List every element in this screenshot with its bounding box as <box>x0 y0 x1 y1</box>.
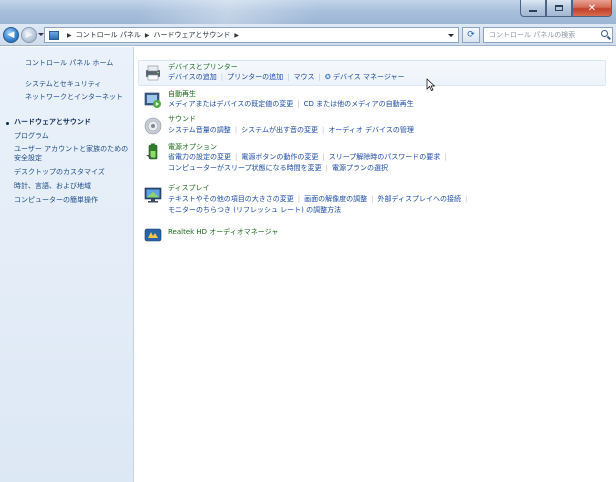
link-separator: | <box>322 153 325 161</box>
link-separator: | <box>465 195 468 203</box>
close-button[interactable]: ✕ <box>572 0 612 17</box>
address-bar[interactable]: ▶ コントロール パネル ▶ ハードウェアとサウンド ▶ <box>44 27 459 43</box>
category-links-autoplay: メディアまたはデバイスの既定値の変更 | CD または他のメディアの自動再生 <box>168 100 414 109</box>
link-device-manager[interactable]: デバイス マネージャー <box>333 73 405 81</box>
category-title-realtek-hd-audio-manager[interactable]: Realtek HD オーディオマネージャ <box>168 228 278 237</box>
category-title-power-options[interactable]: 電源オプション <box>168 143 217 152</box>
back-button[interactable]: ◀ <box>3 27 19 43</box>
back-arrow-icon: ◀ <box>7 30 15 40</box>
link-adjust-system-volume[interactable]: システム音量の調整 <box>168 126 231 134</box>
maximize-icon <box>555 5 563 11</box>
link-adjust-screen-resolution[interactable]: 画面の解像度の調整 <box>304 195 367 203</box>
link-change-default-settings[interactable]: メディアまたはデバイスの既定値の変更 <box>168 100 293 108</box>
link-separator: | <box>234 126 238 134</box>
nav-clock-language-and-region[interactable]: 時計、言語、および地域 <box>14 182 118 191</box>
left-navigation-pane <box>0 47 134 482</box>
breadcrumb-separator-icon[interactable]: ▶ <box>67 32 72 39</box>
nav-system-and-security[interactable]: システムとセキュリティ <box>25 80 129 89</box>
category-title-devices-and-printers[interactable]: デバイスとプリンター <box>168 63 238 72</box>
close-icon: ✕ <box>587 2 597 14</box>
link-mouse[interactable]: マウス <box>294 73 315 81</box>
link-change-sleep-time[interactable]: コンピューターがスリープ状態になる時間を変更 <box>168 164 322 172</box>
refresh-icon: ⟳ <box>467 30 475 40</box>
breadcrumb-separator-icon[interactable]: ▶ <box>234 32 239 39</box>
title-bar-sheen <box>140 0 360 24</box>
maximize-button[interactable] <box>546 0 572 17</box>
link-separator: | <box>321 126 325 134</box>
speaker-icon[interactable] <box>144 117 162 135</box>
main-content <box>135 47 616 482</box>
minimize-icon <box>529 9 537 12</box>
power-options-icon[interactable] <box>144 143 162 161</box>
forward-button[interactable]: ▶ <box>21 27 37 43</box>
nav-ease-of-access[interactable]: コンピューターの簡単操作 <box>14 196 118 205</box>
breadcrumb-separator-icon[interactable]: ▶ <box>145 32 150 39</box>
link-connect-external-display[interactable]: 外部ディスプレイへの接続 <box>378 195 462 203</box>
category-title-sound[interactable]: サウンド <box>168 115 196 124</box>
link-separator: | <box>371 195 374 203</box>
search-box[interactable]: コントロール パネルの検索 <box>483 27 613 43</box>
breadcrumb-control-panel[interactable]: コントロール パネル <box>76 30 141 40</box>
category-links-power-options-row2: コンピューターがスリープ状態になる時間を変更 | 電源プランの選択 <box>168 164 388 173</box>
minimize-button[interactable] <box>520 0 546 17</box>
link-separator: | <box>235 153 238 161</box>
link-change-battery-settings[interactable]: 省電力の設定の変更 <box>168 153 231 161</box>
link-require-password-on-wakeup[interactable]: スリープ解除時のパスワードの要求 <box>329 153 441 161</box>
search-placeholder: コントロール パネルの検索 <box>489 31 576 39</box>
category-links-display-row2: モニターのちらつき (リフレッシュ レート) の調整方法 <box>168 206 341 215</box>
nav-programs[interactable]: プログラム <box>14 132 118 141</box>
display-icon[interactable] <box>144 186 162 204</box>
title-bar: ✕ <box>0 0 616 24</box>
link-separator: | <box>297 100 300 108</box>
link-choose-power-plan[interactable]: 電源プランの選択 <box>332 164 388 172</box>
realtek-audio-icon[interactable] <box>144 226 162 244</box>
printer-icon[interactable] <box>144 64 162 82</box>
window-controls: ✕ <box>520 0 612 18</box>
current-page-bullet-icon <box>6 122 9 125</box>
category-links-power-options: 省電力の設定の変更 | 電源ボタンの動作の変更 | スリープ解除時のパスワードの要求 | <box>168 153 451 162</box>
search-icon[interactable] <box>601 30 608 37</box>
refresh-button[interactable]: ⟳ <box>462 27 480 43</box>
link-separator: | <box>220 73 224 81</box>
nav-appearance-and-personalization[interactable]: デスクトップのカスタマイズ <box>14 168 118 177</box>
link-change-power-buttons[interactable]: 電源ボタンの動作の変更 <box>241 153 318 161</box>
address-dropdown-icon[interactable] <box>448 34 454 37</box>
link-change-system-sounds[interactable]: システムが出す音の変更 <box>241 126 318 134</box>
category-title-display[interactable]: ディスプレイ <box>168 184 210 193</box>
breadcrumb-hardware-and-sound[interactable]: ハードウェアとサウンド <box>153 30 230 40</box>
link-separator: | <box>325 164 328 172</box>
navigation-bar: ◀ ▶ ▶ コントロール パネル ▶ ハードウェアとサウンド ▶ ⟳ コントロー… <box>0 24 616 46</box>
shield-icon: ✪ <box>324 73 331 81</box>
nav-hardware-and-sound: ハードウェアとサウンド <box>14 118 91 126</box>
category-title-autoplay[interactable]: 自動再生 <box>168 90 196 99</box>
link-separator: | <box>444 153 447 161</box>
link-play-cds-automatically[interactable]: CD または他のメディアの自動再生 <box>304 100 414 108</box>
link-manage-audio-devices[interactable]: オーディオ デバイスの管理 <box>328 126 414 134</box>
autoplay-icon[interactable] <box>144 91 162 109</box>
category-links-display: テキストやその他の項目の大きさの変更 | 画面の解像度の調整 | 外部ディスプレイへの接… <box>168 195 471 204</box>
nav-network-and-internet[interactable]: ネットワークとインターネット <box>25 93 129 102</box>
link-add-device[interactable]: デバイスの追加 <box>168 73 217 81</box>
category-links-sound: システム音量の調整 | システムが出す音の変更 | オーディオ デバイスの管理 <box>168 126 414 135</box>
link-separator: | <box>318 73 321 81</box>
nav-user-accounts-and-family-safety[interactable]: ユーザー アカウントと家族のための安全設定 <box>14 145 132 163</box>
link-monitor-refresh-rate[interactable]: モニターのちらつき (リフレッシュ レート) の調整方法 <box>168 206 341 214</box>
control-panel-icon <box>49 30 59 40</box>
link-add-printer[interactable]: プリンターの追加 <box>227 73 283 81</box>
mouse-cursor-icon <box>426 78 436 91</box>
link-separator: | <box>297 195 301 203</box>
nav-control-panel-home[interactable]: コントロール パネル ホーム <box>25 59 129 68</box>
link-separator: | <box>287 73 290 81</box>
link-make-text-larger[interactable]: テキストやその他の項目の大きさの変更 <box>168 195 294 203</box>
category-links-devices-and-printers: デバイスの追加 | プリンターの追加 | マウス | ✪ デバイス マネージャー <box>168 73 405 82</box>
forward-arrow-icon: ▶ <box>25 30 33 40</box>
